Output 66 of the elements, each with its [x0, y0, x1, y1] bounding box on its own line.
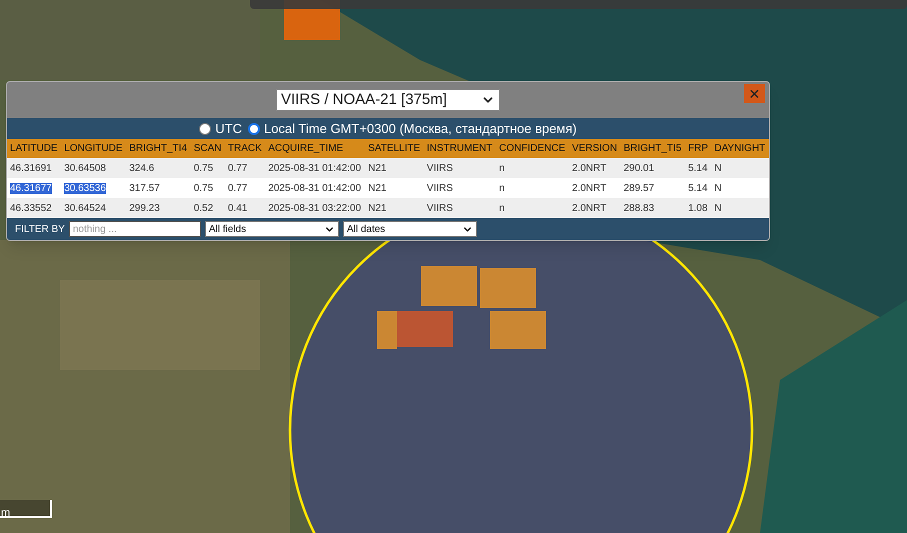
product-select[interactable]: VIIRS / NOAA-21 [375m] — [276, 89, 500, 111]
table-cell: N — [714, 182, 722, 194]
table-cell: N — [714, 162, 722, 174]
table-cell: 2.0NRT — [572, 202, 606, 214]
fire-marker[interactable] — [421, 266, 477, 306]
table-cell: 289.57 — [624, 182, 654, 194]
table-cell: 30.64508 — [64, 162, 106, 174]
table-cell: 1.08 — [688, 202, 708, 214]
table-cell: VIIRS — [426, 202, 453, 214]
column-header: VERSION — [569, 139, 621, 158]
table-cell: 30.64524 — [64, 202, 106, 214]
time-radio[interactable]: Local Time GMT+0300 (Москва, стандартное время) — [248, 118, 577, 138]
column-header: BRIGHT_TI4 — [126, 139, 191, 158]
table-cell: 2025-08-31 01:42:00 — [268, 162, 362, 174]
filter-label: FILTER BY — [15, 222, 65, 236]
table-cell: 2025-08-31 01:42:00 — [268, 182, 362, 194]
table-cell: 290.01 — [624, 162, 654, 174]
table-cell: 5.14 — [688, 162, 708, 174]
table-cell: N21 — [368, 202, 386, 214]
table-cell: 46.31677 — [10, 182, 52, 194]
scale-label: m — [0, 507, 10, 519]
table-cell: 46.33552 — [10, 202, 52, 214]
table-cell: VIIRS — [426, 182, 453, 194]
fire-marker[interactable] — [397, 311, 453, 347]
fire-marker[interactable] — [480, 268, 536, 308]
fields-select[interactable]: All fields — [204, 221, 339, 237]
column-header: SATELLITE — [365, 139, 424, 158]
table-cell: N21 — [368, 162, 386, 174]
table-cell: n — [499, 162, 505, 174]
table-cell: 46.31691 — [10, 162, 52, 174]
table-cell: 2.0NRT — [572, 162, 606, 174]
close-button[interactable]: ✕ — [744, 84, 765, 103]
column-header: BRIGHT_TI5 — [620, 139, 686, 158]
column-header: CONFIDENCE — [496, 139, 570, 158]
table-cell: 0.41 — [228, 202, 248, 214]
table-cell: 288.83 — [624, 202, 654, 214]
table-cell: 0.77 — [228, 182, 248, 194]
fire-marker[interactable] — [377, 311, 397, 349]
table-cell: 299.23 — [129, 202, 160, 214]
table-cell: 0.52 — [194, 202, 214, 214]
column-header: FRP — [685, 139, 712, 158]
table-cell: n — [499, 202, 505, 214]
table-cell: N21 — [368, 182, 386, 194]
time-radio[interactable]: UTC — [199, 118, 242, 138]
table-cell: 30.63536 — [64, 182, 106, 194]
table-cell: 2.0NRT — [572, 182, 606, 194]
fire-marker[interactable] — [490, 311, 546, 349]
dates-select[interactable]: All dates — [342, 221, 477, 237]
table-cell: n — [499, 182, 505, 194]
table-cell: 324.6 — [129, 162, 154, 174]
table-cell: 0.77 — [228, 162, 248, 174]
table-cell: 5.14 — [688, 182, 708, 194]
column-header: LATITUDE — [7, 139, 62, 158]
table-cell: VIIRS — [426, 162, 453, 174]
table-cell: 317.57 — [129, 182, 160, 194]
table-cell: 0.75 — [194, 182, 214, 194]
column-header: DAYNIGHT — [711, 139, 769, 158]
column-header: LONGITUDE — [61, 139, 126, 158]
column-header: ACQUIRE_TIME — [265, 139, 366, 158]
table-cell: 0.75 — [194, 162, 214, 174]
filter-field[interactable]: nothing ... — [68, 221, 201, 237]
column-header: INSTRUMENT — [424, 139, 496, 158]
table-cell: 2025-08-31 03:22:00 — [268, 202, 362, 214]
column-header: TRACK — [224, 139, 266, 158]
table-cell: N — [714, 202, 722, 214]
column-header: SCAN — [190, 139, 225, 158]
